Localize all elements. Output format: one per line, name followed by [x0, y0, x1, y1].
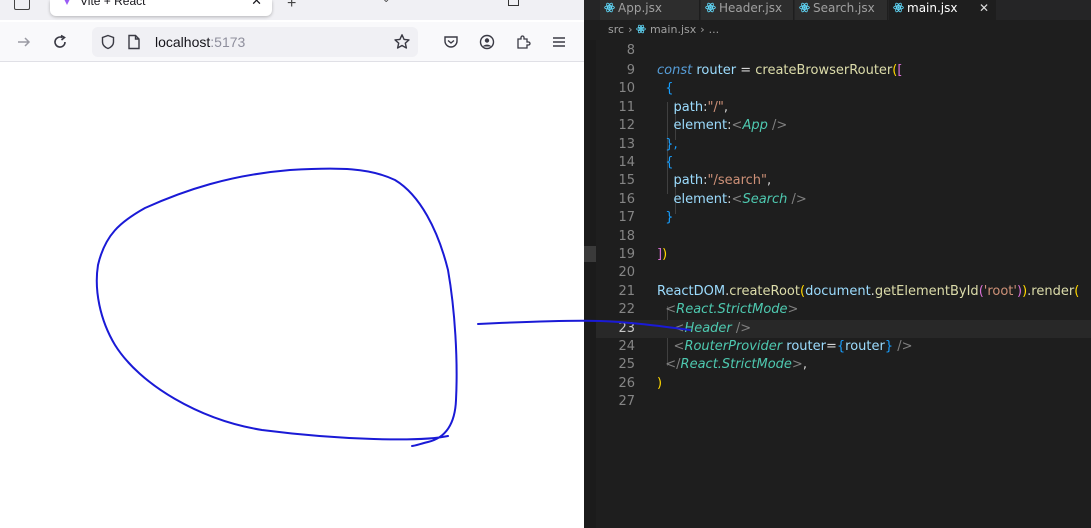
code-line: 18 [618, 228, 635, 244]
code-line: 19]) [618, 247, 668, 262]
tab-title: Vite + React [80, 0, 146, 8]
shield-icon[interactable] [98, 32, 118, 52]
editor-tab-bar: App.jsx Header.jsx Search.jsx main.jsx ✕ [584, 0, 1091, 20]
react-icon [893, 2, 904, 13]
forward-icon[interactable] [14, 32, 34, 52]
breadcrumb-file[interactable]: main.jsx [650, 23, 696, 36]
vite-favicon [64, 0, 70, 5]
close-icon[interactable]: ✕ [979, 0, 989, 16]
url-bar[interactable]: localhost:5173 [92, 27, 418, 57]
tab-list-icon[interactable] [14, 0, 30, 10]
editor-tab-label: App.jsx [618, 1, 662, 15]
page-icon[interactable] [124, 32, 144, 52]
react-icon [705, 2, 716, 13]
react-icon [604, 2, 615, 13]
code-line: 24 <RouterProvider router={router} /> [618, 339, 913, 354]
navigation-toolbar: localhost:5173 [0, 22, 584, 62]
editor-tab-label: main.jsx [907, 1, 958, 15]
breadcrumb-symbol[interactable]: ... [709, 23, 720, 36]
reload-icon[interactable] [50, 32, 70, 52]
star-icon[interactable] [392, 32, 412, 52]
code-line: 13 }, [618, 136, 678, 152]
code-line: 8 [626, 43, 635, 58]
code-line: 21 ReactDOM.createRoot(document.getElemen… [618, 283, 1080, 299]
breadcrumb-folder[interactable]: src [608, 23, 624, 36]
plus-icon[interactable]: + [287, 0, 296, 13]
account-icon[interactable] [477, 32, 497, 52]
code-line-current: 23 <Header /> [596, 319, 1091, 338]
code-line: 17 } [618, 210, 674, 226]
code-line: 26) [618, 375, 663, 391]
code-line: 11 path:"/", [618, 99, 728, 115]
code-line: 22 <React.StrictMode> [618, 302, 799, 318]
editor-tab-label: Header.jsx [719, 1, 783, 15]
tab-strip: Vite + React ✕ + ⌄ [0, 0, 584, 20]
close-icon[interactable]: ✕ [251, 0, 262, 7]
react-icon [636, 24, 647, 34]
extensions-icon[interactable] [513, 32, 533, 52]
editor-minimap-strip [584, 40, 596, 528]
editor-tab-header[interactable]: Header.jsx [701, 0, 794, 20]
code-line: 14 { [618, 155, 674, 170]
breadcrumb: src › main.jsx ›... [608, 23, 720, 36]
editor-tab-search[interactable]: Search.jsx [795, 0, 888, 20]
code-line: 25 </React.StrictMode>, [618, 357, 807, 373]
code-editor: App.jsx Header.jsx Search.jsx main.jsx ✕… [584, 0, 1091, 528]
editor-tab-label: Search.jsx [813, 1, 875, 15]
code-line: 20 [618, 265, 635, 281]
maximize-icon[interactable] [508, 0, 519, 6]
code-line: 12 element:<App /> [618, 118, 788, 134]
code-line: 15 path:"/search", [618, 173, 772, 189]
menu-icon[interactable] [549, 32, 569, 52]
code-line: 16 element:<Search /> [618, 191, 807, 207]
scrollbar-thumb[interactable] [584, 246, 596, 262]
page-content [0, 63, 584, 528]
code-line: 10 { [618, 81, 674, 97]
browser-window: Vite + React ✕ + ⌄ localhost:5173 [0, 0, 584, 528]
code-line: 27 [618, 394, 635, 410]
chevron-down-icon[interactable]: ⌄ [382, 0, 390, 5]
url-text: localhost:5173 [155, 34, 246, 50]
pocket-icon[interactable] [441, 32, 461, 52]
editor-tab-app[interactable]: App.jsx [600, 0, 700, 20]
editor-tab-main[interactable]: main.jsx ✕ [889, 0, 996, 20]
code-area[interactable]: 8 9 const router = createBrowserRouter([ … [596, 40, 1091, 528]
code-line: 9 const router = createBrowserRouter([ [626, 63, 903, 78]
react-icon [799, 2, 810, 13]
browser-tab-active[interactable]: Vite + React ✕ [50, 0, 272, 16]
